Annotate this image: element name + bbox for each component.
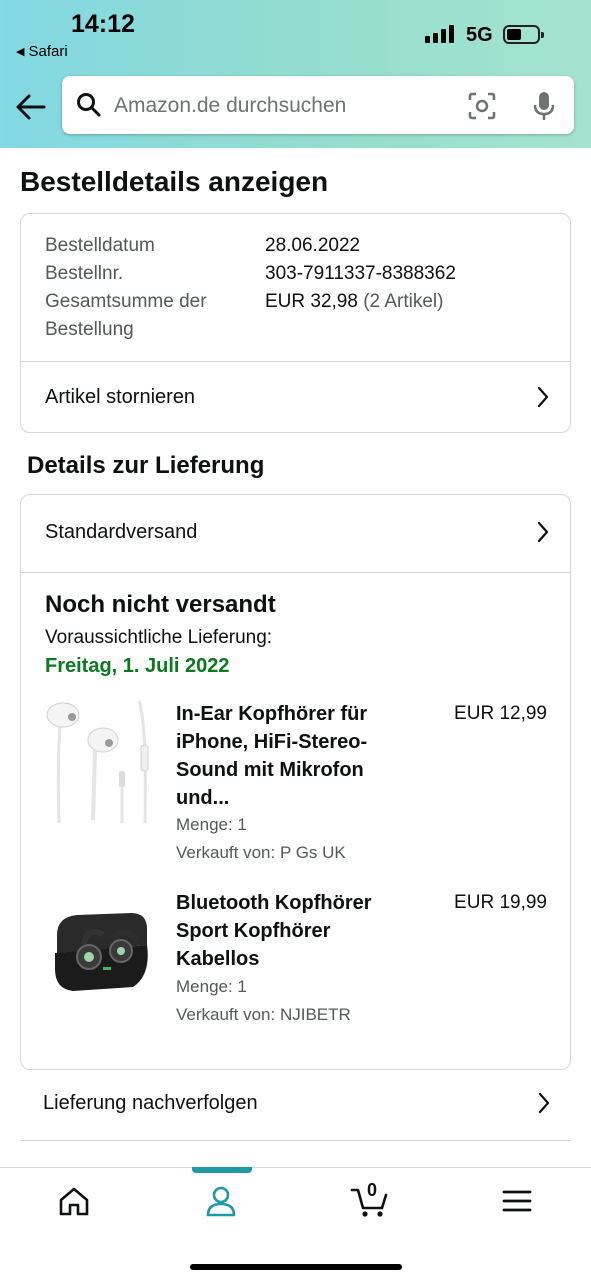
order-total-value: EUR 32,98 (2 Artikel) bbox=[265, 288, 443, 316]
order-number-label: Bestellnr. bbox=[45, 263, 124, 284]
back-arrow-icon[interactable] bbox=[14, 90, 48, 124]
product-image-bluetooth-earphones[interactable] bbox=[43, 890, 153, 1020]
back-to-app-link[interactable]: ◀ Safari bbox=[16, 43, 68, 60]
order-total-amount: EUR 32,98 bbox=[265, 291, 358, 312]
search-icon bbox=[77, 93, 101, 117]
item-quantity: Menge: 1 bbox=[176, 977, 247, 996]
cancel-items-label: Artikel stornieren bbox=[45, 385, 196, 408]
expected-delivery-date: Freitag, 1. Juli 2022 bbox=[45, 655, 230, 677]
active-tab-indicator bbox=[192, 1167, 252, 1173]
item-seller: Verkauft von: P Gs UK bbox=[176, 843, 346, 862]
cancel-items-link[interactable]: Artikel stornieren bbox=[21, 362, 570, 432]
order-total-label: Gesamtsumme der Bestellung bbox=[45, 288, 207, 344]
order-item-count: (2 Artikel) bbox=[363, 291, 444, 312]
item-price: EUR 19,99 bbox=[454, 892, 547, 913]
back-triangle-icon: ◀ bbox=[16, 46, 25, 58]
menu-icon[interactable] bbox=[500, 1184, 534, 1218]
home-indicator bbox=[190, 1264, 402, 1270]
item-price: EUR 12,99 bbox=[454, 703, 547, 724]
divider bbox=[21, 572, 570, 573]
order-date-value: 28.06.2022 bbox=[265, 235, 361, 256]
product-image-wired-earphones[interactable] bbox=[43, 695, 153, 825]
order-summary-card: Bestelldatum 28.06.2022 Bestellnr. 303-7… bbox=[20, 213, 571, 433]
cart-icon[interactable] bbox=[350, 1184, 390, 1218]
delivery-card: Standardversand Noch nicht versandt Vora… bbox=[20, 494, 571, 1070]
order-number-value: 303-7911337-8388362 bbox=[265, 263, 456, 284]
item-title[interactable]: In-Ear Kopfhörer für iPhone, HiFi-Stereo… bbox=[176, 700, 391, 812]
delivery-section-title: Details zur Lieferung bbox=[27, 452, 265, 479]
shipping-method-link[interactable]: Standardversand bbox=[21, 497, 570, 567]
camera-scan-icon[interactable] bbox=[468, 92, 496, 120]
battery-icon bbox=[503, 25, 544, 44]
app-header: 14:12 ◀ Safari 5G Amazon.de durchsuchen bbox=[0, 0, 591, 148]
search-bar[interactable]: Amazon.de durchsuchen bbox=[62, 76, 574, 134]
bottom-navigation: 0 bbox=[0, 1167, 591, 1280]
track-delivery-link[interactable]: Lieferung nachverfolgen bbox=[20, 1068, 571, 1138]
cellular-signal-icon bbox=[425, 25, 454, 43]
microphone-icon[interactable] bbox=[532, 91, 556, 121]
page-title: Bestelldetails anzeigen bbox=[20, 166, 329, 197]
order-total-label-line1: Gesamtsumme der bbox=[45, 291, 207, 312]
home-icon[interactable] bbox=[57, 1184, 91, 1218]
chevron-right-icon bbox=[537, 386, 549, 408]
search-input[interactable]: Amazon.de durchsuchen bbox=[114, 94, 346, 118]
track-delivery-label: Lieferung nachverfolgen bbox=[43, 1091, 258, 1114]
shipment-status: Noch nicht versandt bbox=[45, 591, 276, 618]
order-total-label-line2: Bestellung bbox=[45, 319, 134, 340]
expected-delivery-label: Voraussichtliche Lieferung: bbox=[45, 627, 273, 648]
divider bbox=[20, 1140, 571, 1141]
shipping-method-label: Standardversand bbox=[45, 520, 198, 543]
item-seller: Verkauft von: NJIBETR bbox=[176, 1005, 351, 1024]
item-title[interactable]: Bluetooth Kopfhörer Sport Kopfhörer Kabe… bbox=[176, 889, 391, 973]
item-quantity: Menge: 1 bbox=[176, 815, 247, 834]
account-icon[interactable] bbox=[204, 1184, 238, 1218]
order-date-label: Bestelldatum bbox=[45, 235, 155, 256]
chevron-right-icon bbox=[537, 521, 549, 543]
status-time: 14:12 bbox=[71, 10, 135, 38]
chevron-right-icon bbox=[538, 1092, 550, 1114]
network-type: 5G bbox=[466, 24, 493, 46]
back-app-label: Safari bbox=[28, 43, 68, 60]
